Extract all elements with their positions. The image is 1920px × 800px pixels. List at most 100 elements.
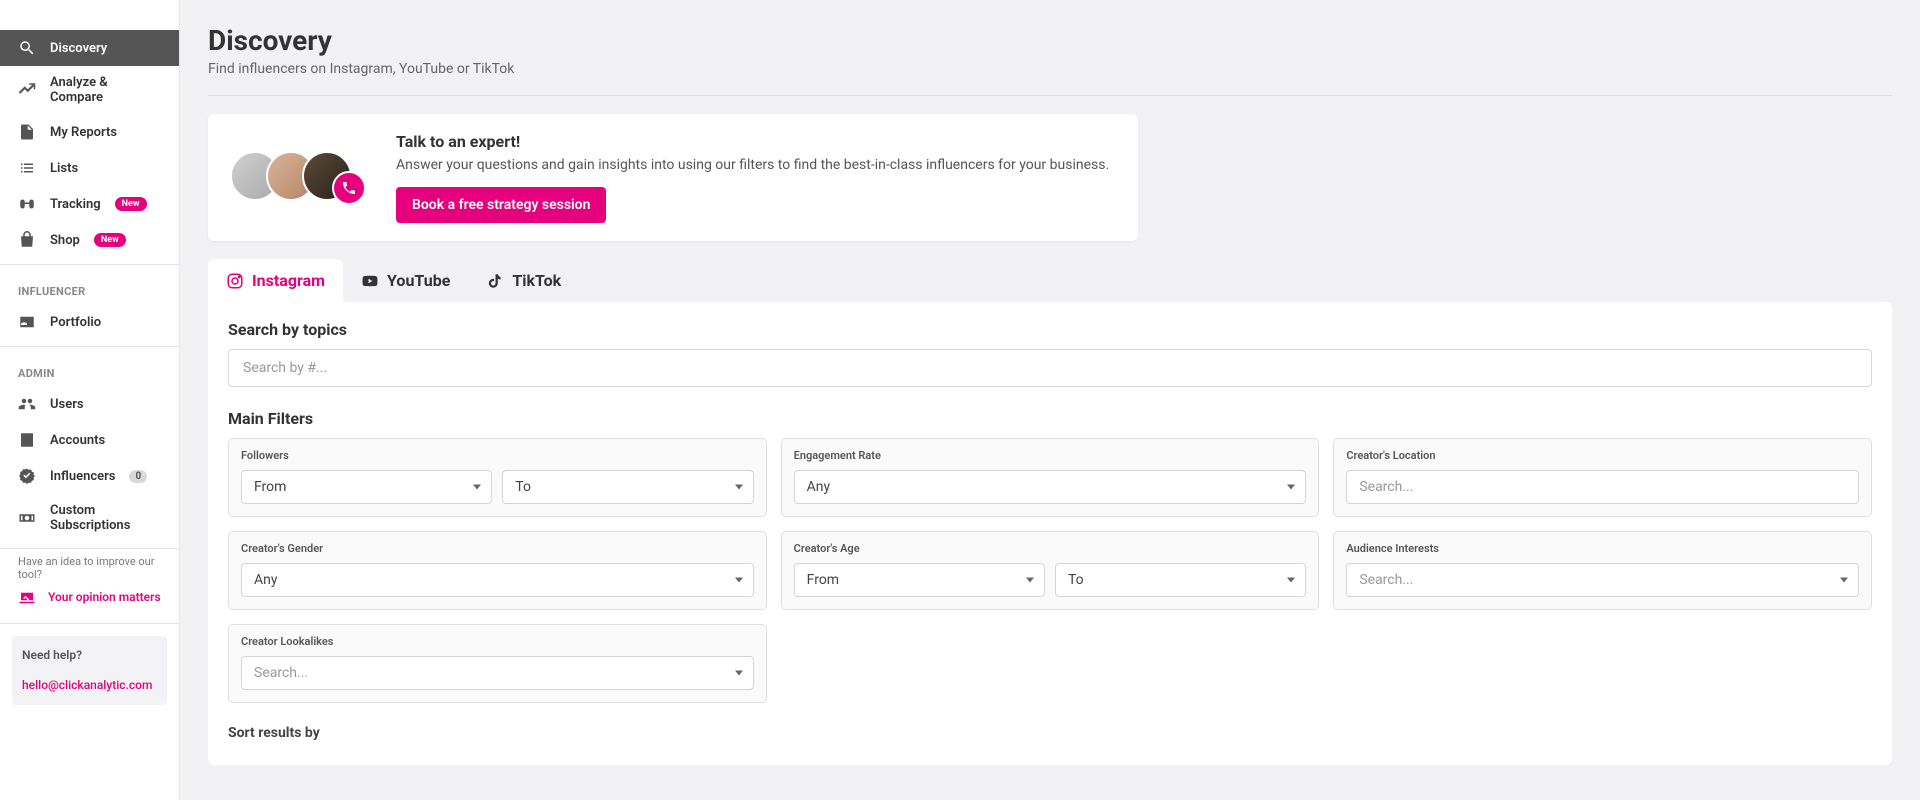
interests-select[interactable] [1346, 563, 1859, 597]
sidebar-item-tracking[interactable]: Tracking New [0, 186, 179, 222]
sidebar-item-label: Analyze & Compare [50, 75, 161, 105]
phone-icon [332, 171, 366, 205]
instagram-icon [226, 272, 244, 290]
expert-body: Talk to an expert! Answer your questions… [396, 132, 1116, 223]
filter-label: Audience Interests [1346, 542, 1859, 555]
help-block: Need help? hello@clickanalytic.com [12, 636, 167, 705]
divider [0, 623, 179, 624]
filter-row-3: Creator Lookalikes [228, 624, 1872, 703]
sidebar-item-label: Lists [50, 161, 78, 176]
sidebar: Discovery Analyze & Compare My Reports L… [0, 0, 180, 800]
sidebar-item-label: Discovery [50, 41, 107, 56]
filter-row-2: Creator's Gender Any Creator's Age From … [228, 531, 1872, 610]
followers-from-select[interactable]: From [241, 470, 492, 504]
opinion-prompt: Have an idea to improve our tool? [18, 555, 161, 581]
filter-lookalikes: Creator Lookalikes [228, 624, 767, 703]
sidebar-item-lists[interactable]: Lists [0, 150, 179, 186]
building-icon [18, 431, 36, 449]
sidebar-item-accounts[interactable]: Accounts [0, 422, 179, 458]
sidebar-item-reports[interactable]: My Reports [0, 114, 179, 150]
youtube-icon [361, 272, 379, 290]
tab-tiktok[interactable]: TikTok [468, 259, 579, 302]
binoculars-icon [18, 195, 36, 213]
new-badge: New [94, 233, 126, 247]
age-from-select[interactable]: From [794, 563, 1045, 597]
money-icon [18, 509, 36, 527]
filter-followers: Followers From To [228, 438, 767, 517]
tab-youtube[interactable]: YouTube [343, 259, 468, 302]
laptop-check-icon [18, 589, 36, 607]
verified-icon [18, 467, 36, 485]
count-badge: 0 [129, 470, 147, 483]
opinion-link-label: Your opinion matters [48, 590, 161, 606]
sidebar-item-label: My Reports [50, 125, 117, 140]
filters-heading: Main Filters [228, 409, 1872, 428]
sidebar-item-label: Custom Subscriptions [50, 503, 161, 533]
bag-icon [18, 231, 36, 249]
lookalikes-select[interactable] [241, 656, 754, 690]
lookalikes-input[interactable] [254, 665, 723, 681]
sidebar-item-label: Accounts [50, 433, 105, 448]
sidebar-item-users[interactable]: Users [0, 386, 179, 422]
sidebar-item-discovery[interactable]: Discovery [0, 30, 179, 66]
section-heading-influencer: INFLUENCER [0, 271, 179, 304]
filter-label: Followers [241, 449, 754, 462]
sidebar-item-analyze[interactable]: Analyze & Compare [0, 66, 179, 114]
page-subtitle: Find influencers on Instagram, YouTube o… [208, 61, 1892, 77]
opinion-link[interactable]: Your opinion matters [18, 589, 161, 607]
sidebar-logo-area [0, 0, 179, 30]
filter-location: Creator's Location [1333, 438, 1872, 517]
filter-label: Creator's Location [1346, 449, 1859, 462]
engagement-select[interactable]: Any [794, 470, 1307, 504]
filter-label: Creator Lookalikes [241, 635, 754, 648]
opinion-block: Have an idea to improve our tool? Your o… [0, 555, 179, 617]
chart-icon [18, 81, 36, 99]
section-heading-admin: ADMIN [0, 353, 179, 386]
users-icon [18, 395, 36, 413]
new-badge: New [115, 197, 147, 211]
tab-label: YouTube [387, 271, 450, 290]
topics-search-input[interactable] [228, 349, 1872, 387]
expert-card: Talk to an expert! Answer your questions… [208, 114, 1138, 241]
divider [0, 346, 179, 347]
age-to-select[interactable]: To [1055, 563, 1306, 597]
file-icon [18, 123, 36, 141]
sidebar-item-influencers[interactable]: Influencers 0 [0, 458, 179, 494]
filter-gender: Creator's Gender Any [228, 531, 767, 610]
sidebar-item-label: Users [50, 397, 84, 412]
sidebar-item-label: Shop [50, 233, 80, 248]
gender-select[interactable]: Any [241, 563, 754, 597]
followers-to-select[interactable]: To [502, 470, 753, 504]
page-title: Discovery [208, 24, 1892, 57]
filter-label: Creator's Age [794, 542, 1307, 555]
filter-row-1: Followers From To Engagement Rate Any Cr… [228, 438, 1872, 517]
book-session-button[interactable]: Book a free strategy session [396, 187, 606, 223]
id-card-icon [18, 313, 36, 331]
tab-instagram[interactable]: Instagram [208, 259, 343, 302]
list-icon [18, 159, 36, 177]
expert-title: Talk to an expert! [396, 132, 1116, 151]
tab-label: Instagram [252, 271, 325, 290]
sidebar-item-portfolio[interactable]: Portfolio [0, 304, 179, 340]
expert-desc: Answer your questions and gain insights … [396, 157, 1116, 173]
title-underline [208, 95, 1892, 96]
sidebar-item-subscriptions[interactable]: Custom Subscriptions [0, 494, 179, 542]
tab-label: TikTok [512, 271, 561, 290]
sidebar-item-label: Portfolio [50, 315, 101, 330]
interests-input[interactable] [1359, 572, 1828, 588]
search-icon [18, 39, 36, 57]
main-content: Discovery Find influencers on Instagram,… [180, 0, 1920, 800]
help-email-link[interactable]: hello@clickanalytic.com [22, 678, 152, 692]
platform-tabs: Instagram YouTube TikTok [208, 259, 1892, 302]
sidebar-item-label: Tracking [50, 197, 101, 212]
filter-label: Creator's Gender [241, 542, 754, 555]
tiktok-icon [486, 272, 504, 290]
avatar-stack [230, 151, 366, 205]
help-heading: Need help? [22, 648, 157, 662]
sidebar-item-shop[interactable]: Shop New [0, 222, 179, 258]
location-input[interactable] [1346, 470, 1859, 504]
filter-panel: Search by topics Main Filters Followers … [208, 302, 1892, 765]
filter-age: Creator's Age From To [781, 531, 1320, 610]
filter-engagement: Engagement Rate Any [781, 438, 1320, 517]
sidebar-item-label: Influencers [50, 469, 115, 484]
